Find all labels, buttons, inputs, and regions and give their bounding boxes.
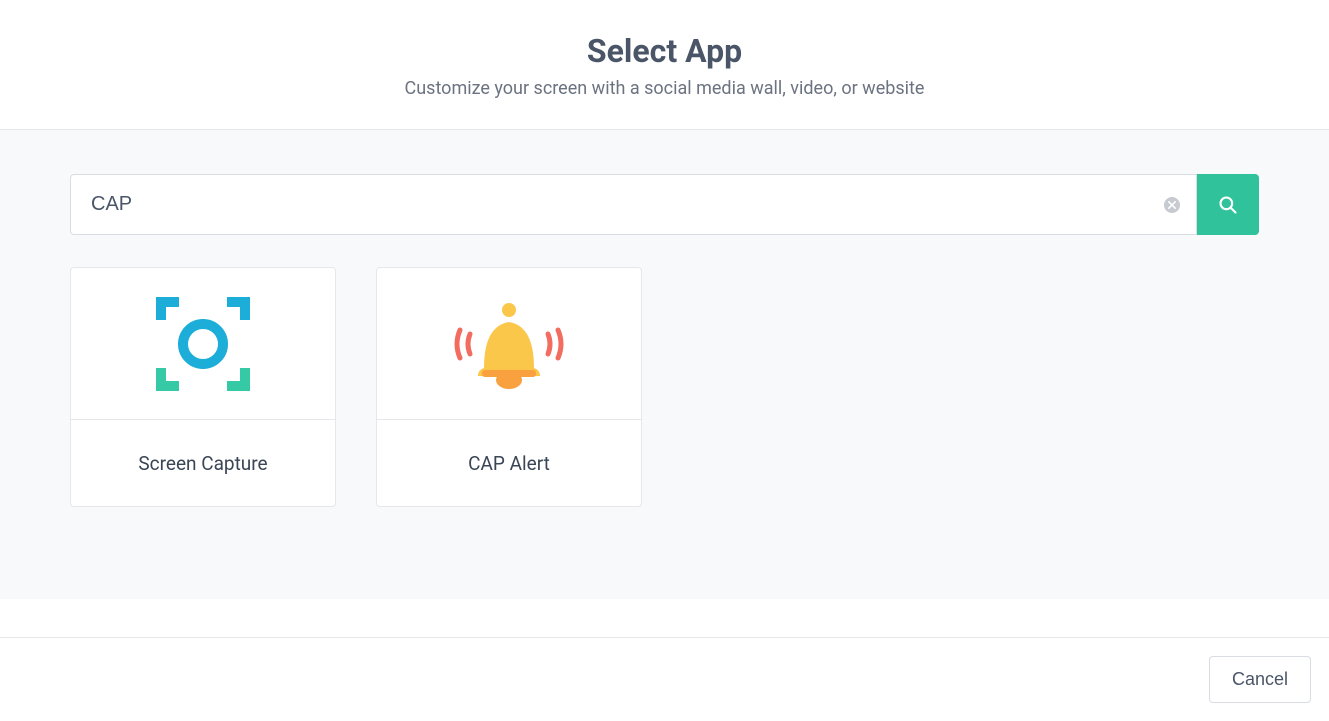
app-icon-area [377, 268, 641, 420]
app-label: Screen Capture [71, 420, 335, 506]
app-icon-area [71, 268, 335, 420]
search-bar [70, 174, 1259, 235]
capture-icon [149, 290, 257, 398]
content-area: Screen Capture CAP Alert [0, 129, 1329, 599]
search-input-wrap [70, 174, 1197, 235]
app-label: CAP Alert [377, 420, 641, 506]
app-grid: Screen Capture CAP Alert [70, 267, 1259, 507]
app-card-screen-capture[interactable]: Screen Capture [70, 267, 336, 507]
cancel-button[interactable]: Cancel [1209, 656, 1311, 703]
page-subtitle: Customize your screen with a social medi… [0, 78, 1329, 99]
app-card-cap-alert[interactable]: CAP Alert [376, 267, 642, 507]
search-icon [1218, 195, 1238, 215]
search-button[interactable] [1197, 174, 1259, 235]
footer: Cancel [0, 637, 1329, 721]
header: Select App Customize your screen with a … [0, 0, 1329, 129]
clear-search-button[interactable] [1164, 197, 1180, 213]
page-title: Select App [0, 32, 1329, 70]
close-icon [1168, 201, 1176, 209]
search-input[interactable] [71, 175, 1196, 234]
bell-alert-icon [454, 298, 564, 390]
